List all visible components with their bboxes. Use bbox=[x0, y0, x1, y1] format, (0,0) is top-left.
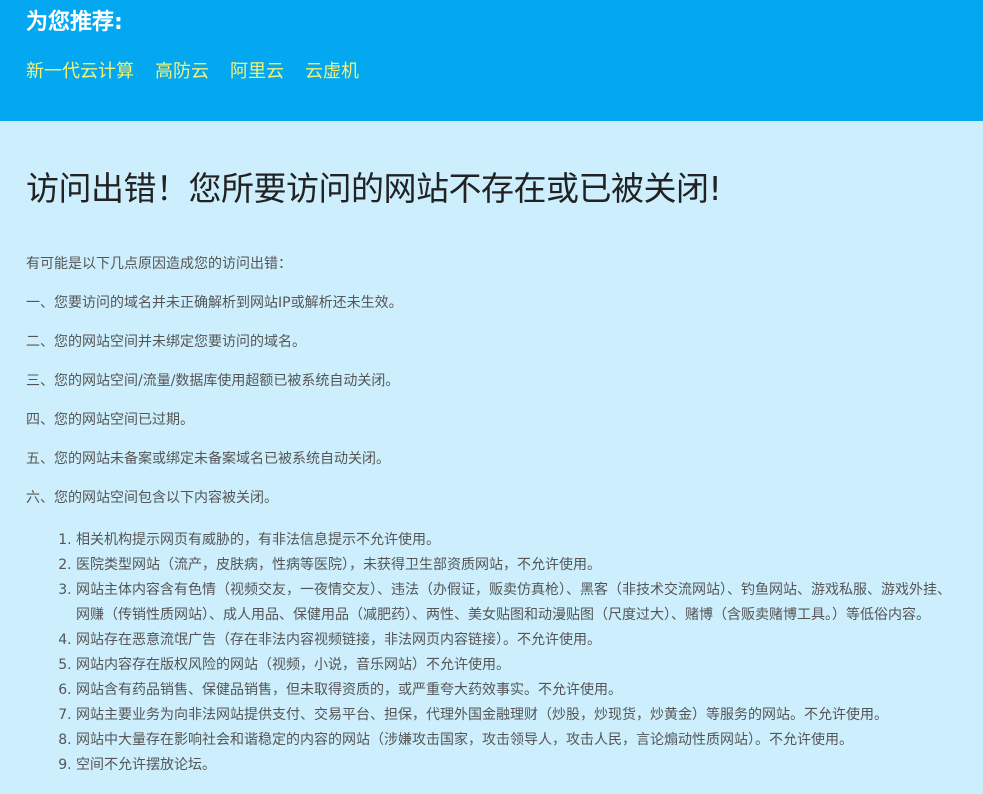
prohibited-item: 网站中大量存在影响社会和谐稳定的内容的网站（涉嫌攻击国家，攻击领导人，攻击人民，… bbox=[76, 728, 957, 753]
recommend-link-ddos-cloud[interactable]: 高防云 bbox=[155, 60, 209, 84]
recommend-link-virtual-host[interactable]: 云虚机 bbox=[305, 60, 359, 84]
prohibited-item: 医院类型网站（流产，皮肤病，性病等医院），未获得卫生部资质网站，不允许使用。 bbox=[76, 553, 957, 578]
error-content: 访问出错！您所要访问的网站不存在或已被关闭! 有可能是以下几点原因造成您的访问出… bbox=[0, 169, 983, 778]
prohibited-item: 网站存在恶意流氓广告（存在非法内容视频链接，非法网页内容链接）。不允许使用。 bbox=[76, 628, 957, 653]
reason-item: 五、您的网站未备案或绑定未备案域名已被系统自动关闭。 bbox=[26, 451, 390, 467]
recommend-links: 新一代云计算 高防云 阿里云 云虚机 bbox=[26, 60, 957, 84]
reason-item: 四、您的网站空间已过期。 bbox=[26, 412, 194, 428]
reason-item: 二、您的网站空间并未绑定您要访问的域名。 bbox=[26, 334, 306, 350]
recommend-link-cloud-computing[interactable]: 新一代云计算 bbox=[26, 60, 134, 84]
prohibited-item: 空间不允许摆放论坛。 bbox=[76, 753, 957, 778]
prohibited-item: 网站主要业务为向非法网站提供支付、交易平台、担保，代理外国金融理财（炒股，炒现货… bbox=[76, 703, 957, 728]
reason-item: 一、您要访问的域名并未正确解析到网站IP或解析还未生效。 bbox=[26, 295, 403, 311]
error-intro: 有可能是以下几点原因造成您的访问出错： bbox=[26, 256, 292, 272]
prohibited-item: 网站主体内容含有色情（视频交友，一夜情交友）、违法（办假证，贩卖仿真枪）、黑客（… bbox=[76, 578, 957, 628]
prohibited-item: 相关机构提示网页有威胁的，有非法信息提示不允许使用。 bbox=[76, 528, 957, 553]
error-title: 访问出错！您所要访问的网站不存在或已被关闭! bbox=[26, 169, 722, 208]
prohibited-item: 网站含有药品销售、保健品销售，但未取得资质的，或严重夸大药效事实。不允许使用。 bbox=[76, 678, 957, 703]
recommend-title: 为您推荐: bbox=[26, 10, 123, 35]
reason-list: 一、您要访问的域名并未正确解析到网站IP或解析还未生效。 二、您的网站空间并未绑… bbox=[26, 294, 957, 507]
reason-item: 三、您的网站空间/流量/数据库使用超额已被系统自动关闭。 bbox=[26, 373, 400, 389]
prohibited-content-list: 相关机构提示网页有威胁的，有非法信息提示不允许使用。 医院类型网站（流产，皮肤病… bbox=[26, 528, 957, 778]
reason-item: 六、您的网站空间包含以下内容被关闭。 bbox=[26, 490, 278, 506]
recommend-banner: 为您推荐: 新一代云计算 高防云 阿里云 云虚机 bbox=[0, 0, 983, 121]
recommend-link-aliyun[interactable]: 阿里云 bbox=[230, 60, 284, 84]
prohibited-item: 网站内容存在版权风险的网站（视频，小说，音乐网站）不允许使用。 bbox=[76, 653, 957, 678]
